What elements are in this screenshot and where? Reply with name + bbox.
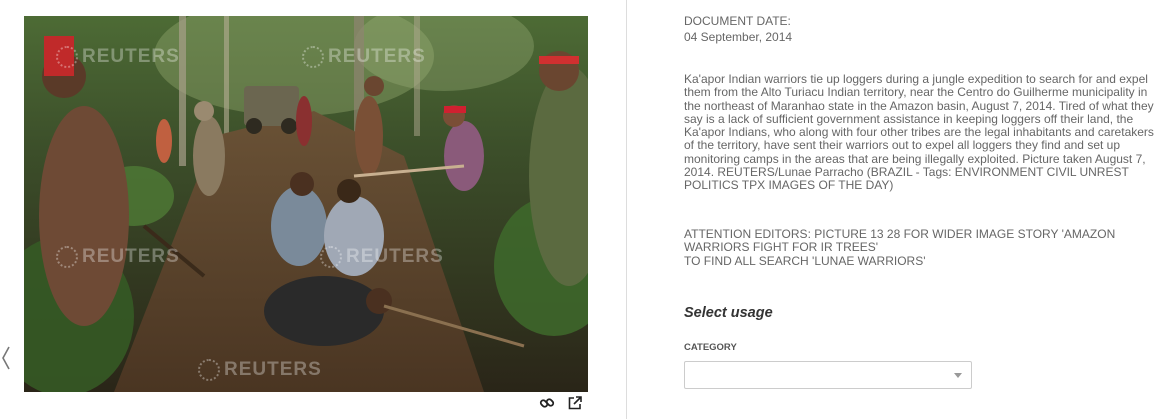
caret-down-icon xyxy=(954,373,962,378)
reuters-logo-icon xyxy=(56,46,78,68)
open-in-new-window-button[interactable] xyxy=(566,394,584,412)
category-label: CATEGORY xyxy=(684,342,737,353)
editors-note-line: TO FIND ALL SEARCH 'LUNAE WARRIORS' xyxy=(684,253,926,268)
link-icon xyxy=(539,398,555,408)
reuters-logo-icon xyxy=(56,246,78,268)
reuters-watermark: REUTERS xyxy=(56,246,180,268)
previous-photo-button[interactable] xyxy=(0,340,12,376)
document-date-label: DOCUMENT DATE: xyxy=(684,14,791,28)
jungle-scene-image xyxy=(24,16,588,392)
reuters-logo-icon xyxy=(320,246,342,268)
reuters-logo-icon xyxy=(198,359,220,381)
reuters-watermark: REUTERS xyxy=(198,359,322,381)
photo-toolbar xyxy=(538,394,584,412)
reuters-watermark: REUTERS xyxy=(56,46,180,68)
external-link-icon xyxy=(568,396,582,410)
reuters-watermark: REUTERS xyxy=(320,246,444,268)
reuters-watermark: REUTERS xyxy=(302,46,426,68)
copy-link-button[interactable] xyxy=(538,394,556,412)
news-photo[interactable]: REUTERS REUTERS REUTERS REUTERS REUTERS xyxy=(24,16,588,392)
editors-note: ATTENTION EDITORS: PICTURE 13 28 FOR WID… xyxy=(684,227,1156,268)
reuters-logo-icon xyxy=(302,46,324,68)
photo-panel: REUTERS REUTERS REUTERS REUTERS REUTERS xyxy=(0,0,627,419)
chevron-left-icon xyxy=(2,346,10,370)
category-select[interactable] xyxy=(684,361,972,389)
editors-note-line: ATTENTION EDITORS: PICTURE 13 28 FOR WID… xyxy=(684,227,1116,255)
select-usage-heading: Select usage xyxy=(684,305,773,321)
document-date-value: 04 September, 2014 xyxy=(684,30,793,44)
photo-detail-page: REUTERS REUTERS REUTERS REUTERS REUTERS xyxy=(0,0,1173,419)
photo-caption: Ka'apor Indian warriors tie up loggers d… xyxy=(684,72,1154,193)
